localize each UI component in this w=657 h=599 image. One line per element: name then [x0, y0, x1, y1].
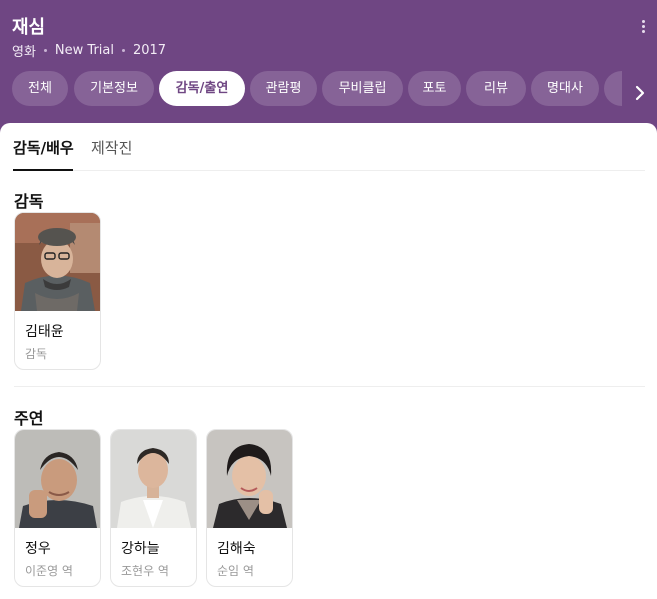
tab-bar: 전체 기본정보 감독/출연 관람평 무비클립 포토 리뷰 명대사 [12, 71, 622, 106]
content-sheet: 감독/배우 제작진 감독 김태윤 감독 주연 정우 이준영 역 강하늘 조현우 … [0, 123, 657, 599]
person-photo [15, 430, 100, 528]
tab-all[interactable]: 전체 [12, 71, 68, 106]
person-name: 정우 [25, 541, 51, 557]
person-role: 감독 [25, 347, 48, 361]
person-name: 김태윤 [25, 324, 64, 340]
subtab-director-actors[interactable]: 감독/배우 [13, 137, 74, 158]
tab-overflow[interactable] [604, 71, 622, 106]
person-photo [111, 430, 196, 528]
tab-basic-info[interactable]: 기본정보 [74, 71, 154, 106]
person-photo [15, 213, 100, 311]
tab-movie-clips[interactable]: 무비클립 [322, 71, 403, 106]
section-title-cast: 주연 [14, 409, 44, 428]
subtab-divider [13, 170, 645, 171]
active-subtab-indicator [13, 169, 73, 171]
section-title-director: 감독 [14, 192, 44, 211]
person-name: 김해숙 [217, 541, 256, 557]
person-card[interactable]: 정우 이준영 역 [14, 429, 101, 587]
more-options-icon[interactable] [638, 18, 648, 38]
chevron-right-icon[interactable] [632, 84, 648, 102]
movie-genre: 영화 [12, 45, 36, 60]
tab-cast[interactable]: 감독/출연 [159, 71, 245, 106]
tab-reviews[interactable]: 리뷰 [466, 71, 526, 106]
separator-dot [121, 49, 125, 52]
tab-quotes[interactable]: 명대사 [531, 71, 599, 106]
movie-header: 재심 영화 New Trial 2017 전체 기본정보 감독/출연 관람평 무… [0, 0, 657, 134]
person-card[interactable]: 김태윤 감독 [14, 212, 101, 370]
person-role: 이준영 역 [25, 564, 73, 578]
separator-dot [43, 49, 47, 52]
person-name: 강하늘 [121, 541, 160, 557]
subtab-bar: 감독/배우 제작진 [0, 123, 657, 171]
person-card[interactable]: 강하늘 조현우 역 [110, 429, 197, 587]
movie-meta: 영화 New Trial 2017 [12, 41, 166, 60]
movie-english-title: New Trial [54, 43, 114, 58]
person-role: 조현우 역 [121, 564, 169, 578]
tab-reviews-rating[interactable]: 관람평 [250, 71, 317, 106]
subtab-production-staff[interactable]: 제작진 [91, 137, 132, 158]
person-role: 순임 역 [217, 564, 254, 578]
section-divider [14, 386, 645, 387]
movie-year: 2017 [132, 43, 167, 58]
movie-title: 재심 [12, 17, 46, 38]
tab-photos[interactable]: 포토 [408, 71, 461, 106]
person-card[interactable]: 김해숙 순임 역 [206, 429, 293, 587]
person-photo [207, 430, 292, 528]
